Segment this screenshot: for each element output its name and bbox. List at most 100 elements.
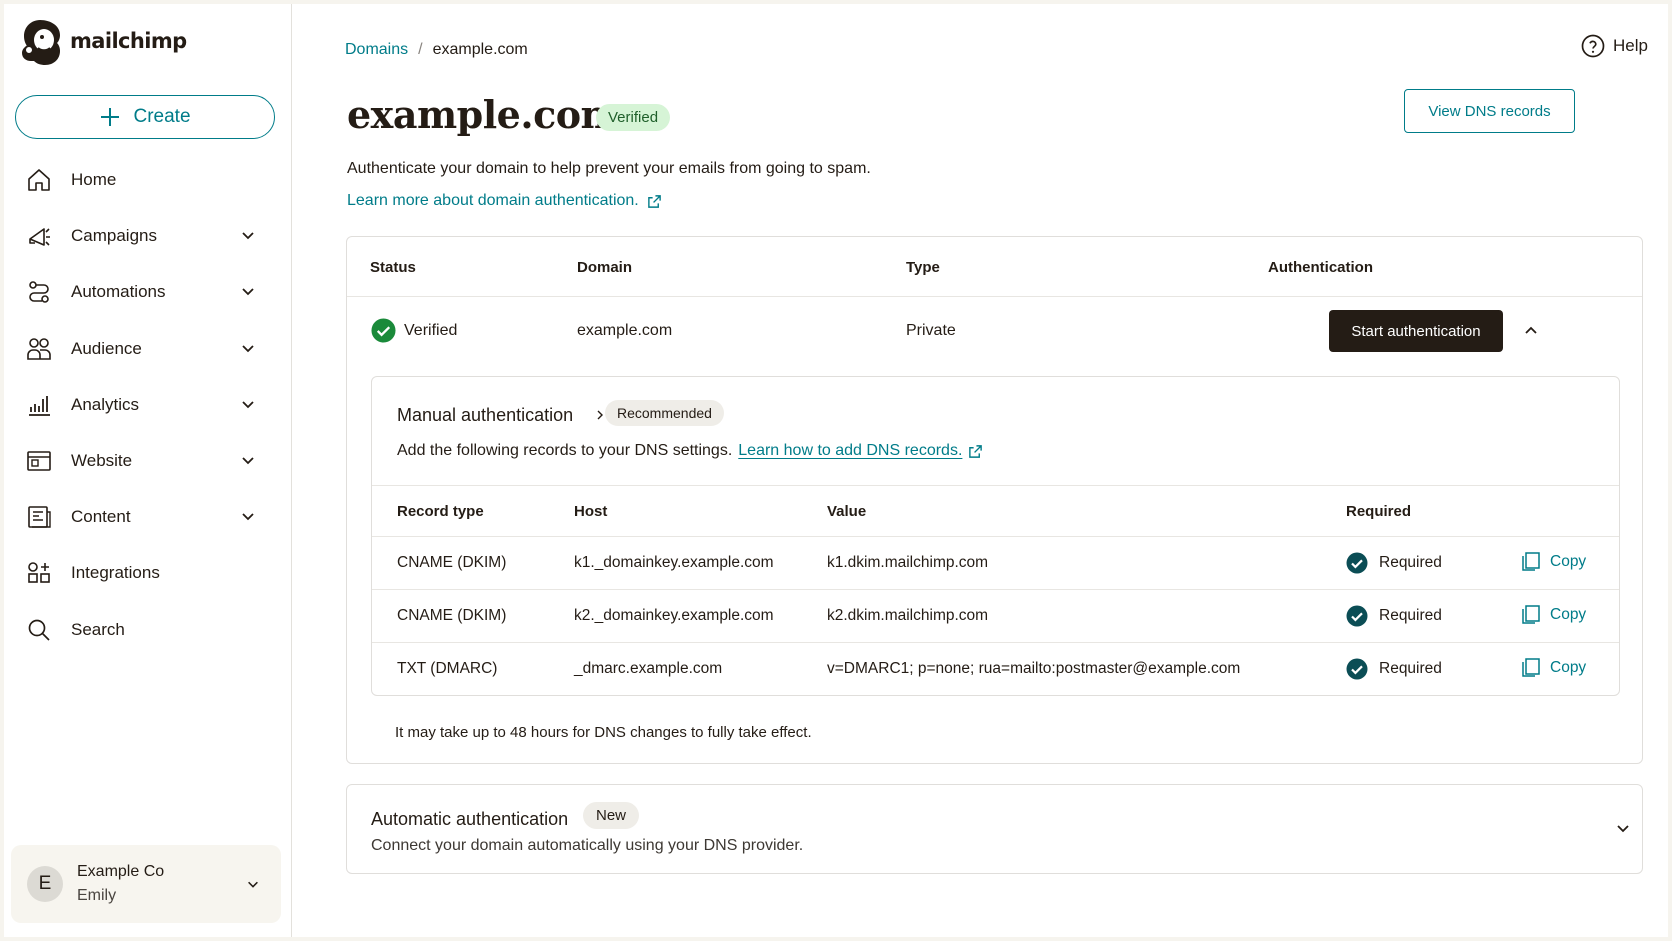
megaphone-icon: [24, 221, 54, 251]
cell-value: k2.dkim.mailchimp.com: [827, 607, 989, 624]
nav-item-content[interactable]: Content: [4, 489, 292, 545]
account-text: Example Co Emily: [77, 863, 164, 905]
cell-record-type: CNAME (DKIM): [397, 554, 507, 571]
copy-button[interactable]: Copy: [1522, 605, 1586, 624]
account-user: Emily: [77, 887, 117, 904]
help-icon: [1581, 34, 1605, 58]
plus-icon: [101, 108, 120, 126]
avatar: E: [27, 866, 63, 902]
home-icon: [24, 165, 54, 195]
manual-auth-description: Add the following records to your DNS se…: [397, 442, 983, 460]
page-description: Authenticate your domain to help prevent…: [347, 160, 871, 177]
copy-icon: [1522, 605, 1540, 624]
breadcrumb-current: example.com: [432, 41, 528, 58]
table-row: TXT (DMARC) _dmarc.example.com v=DMARC1;…: [372, 643, 1619, 695]
row-status: Verified: [404, 322, 458, 339]
required-check-icon: [1346, 552, 1368, 574]
verified-check-icon: [371, 318, 396, 343]
breadcrumb: Domains / example.com: [345, 41, 528, 59]
chevron-down-icon: [242, 401, 254, 409]
cell-host: k2._domainkey.example.com: [574, 607, 774, 624]
col-authentication: Authentication: [1268, 259, 1373, 276]
domain-row: Verified example.com Private Start authe…: [347, 297, 1642, 365]
nav-item-search[interactable]: Search: [4, 602, 292, 658]
manual-auth-title: Manual authentication: [397, 405, 574, 425]
create-button[interactable]: Create: [15, 95, 275, 139]
learn-more-link[interactable]: Learn more about domain authentication.: [347, 192, 662, 210]
required-check-icon: [1346, 658, 1368, 680]
freddie-icon: [22, 20, 60, 65]
content-icon: [24, 502, 54, 532]
view-dns-records-button[interactable]: View DNS records: [1404, 89, 1575, 133]
col-domain: Domain: [577, 259, 633, 276]
website-icon: [24, 446, 54, 476]
col-type: Type: [906, 259, 940, 276]
nav-item-integrations[interactable]: Integrations: [4, 545, 292, 601]
cell-required: Required: [1379, 660, 1442, 677]
copy-button[interactable]: Copy: [1522, 552, 1586, 571]
row-domain: example.com: [577, 322, 673, 339]
copy-icon: [1522, 658, 1540, 677]
auto-auth-title: Automatic authentication: [371, 809, 569, 829]
dns-records-header: Record type Host Value Required: [372, 485, 1619, 537]
breadcrumb-domains-link[interactable]: Domains: [345, 41, 408, 59]
nav-item-home[interactable]: Home: [4, 152, 292, 208]
automatic-authentication-panel[interactable]: Automatic authentication New Connect you…: [346, 784, 1643, 874]
copy-button[interactable]: Copy: [1522, 658, 1586, 677]
nav-label-home: Home: [71, 170, 117, 190]
chevron-down-icon: [242, 457, 254, 465]
bar-chart-icon: [24, 390, 54, 420]
manual-authentication-panel: Manual authentication Recommended Add th…: [371, 376, 1620, 696]
copy-label: Copy: [1550, 552, 1587, 570]
copy-label: Copy: [1550, 605, 1587, 623]
nav-item-audience[interactable]: Audience: [4, 321, 292, 377]
create-label: Create: [133, 106, 191, 127]
manual-desc-text: Add the following records to your DNS se…: [397, 442, 733, 459]
col-value: Value: [827, 503, 867, 520]
external-link-icon: [969, 444, 983, 458]
nav-label-content: Content: [71, 507, 131, 527]
domain-card: Status Domain Type Authentication Verifi…: [346, 236, 1643, 764]
dns-help-link[interactable]: Learn how to add DNS records.: [738, 442, 962, 460]
learn-more-label: Learn more about domain authentication.: [347, 192, 639, 209]
cell-value: v=DMARC1; p=none; rua=mailto:postmaster@…: [827, 660, 1241, 677]
nav-item-campaigns[interactable]: Campaigns: [4, 208, 292, 264]
nav-label-automations: Automations: [71, 282, 166, 302]
row-type: Private: [906, 322, 956, 339]
nav-item-analytics[interactable]: Analytics: [4, 377, 292, 433]
col-required: Required: [1346, 503, 1412, 520]
page-title: example.com: [347, 92, 621, 137]
recommended-badge: Recommended: [605, 400, 724, 426]
col-host: Host: [574, 503, 608, 520]
help-button[interactable]: Help: [1581, 34, 1648, 58]
main-nav: Home Campaigns Automations Audience Anal…: [4, 152, 292, 658]
search-icon: [24, 615, 54, 645]
chevron-down-icon: [242, 344, 254, 352]
cell-host: _dmarc.example.com: [574, 660, 723, 677]
integrations-icon: [24, 558, 54, 588]
table-row: CNAME (DKIM) k1._domainkey.example.com k…: [372, 537, 1619, 590]
nav-label-search: Search: [71, 619, 125, 639]
required-check-icon: [1346, 605, 1368, 627]
external-link-icon: [647, 194, 661, 208]
chevron-up-icon[interactable]: [1523, 323, 1539, 339]
cell-record-type: CNAME (DKIM): [397, 607, 507, 624]
cell-required: Required: [1379, 607, 1442, 624]
cell-record-type: TXT (DMARC): [397, 660, 498, 677]
nav-label-audience: Audience: [71, 338, 142, 358]
caret-right-icon: [597, 410, 603, 420]
automations-icon: [24, 277, 54, 307]
nav-item-website[interactable]: Website: [4, 433, 292, 489]
chevron-down-icon[interactable]: [1615, 820, 1631, 836]
nav-label-website: Website: [71, 451, 133, 471]
col-record-type: Record type: [397, 503, 484, 520]
help-label: Help: [1613, 36, 1648, 55]
sidebar: mailchimp Create Home Campaigns Automati…: [4, 4, 292, 937]
account-switcher[interactable]: E Example Co Emily: [11, 845, 281, 923]
nav-item-automations[interactable]: Automations: [4, 264, 292, 320]
start-authentication-button[interactable]: Start authentication: [1329, 310, 1503, 352]
cell-required: Required: [1379, 554, 1442, 571]
cell-host: k1._domainkey.example.com: [574, 554, 774, 571]
mailchimp-logo[interactable]: mailchimp: [18, 16, 187, 66]
chevron-down-icon: [242, 513, 254, 521]
